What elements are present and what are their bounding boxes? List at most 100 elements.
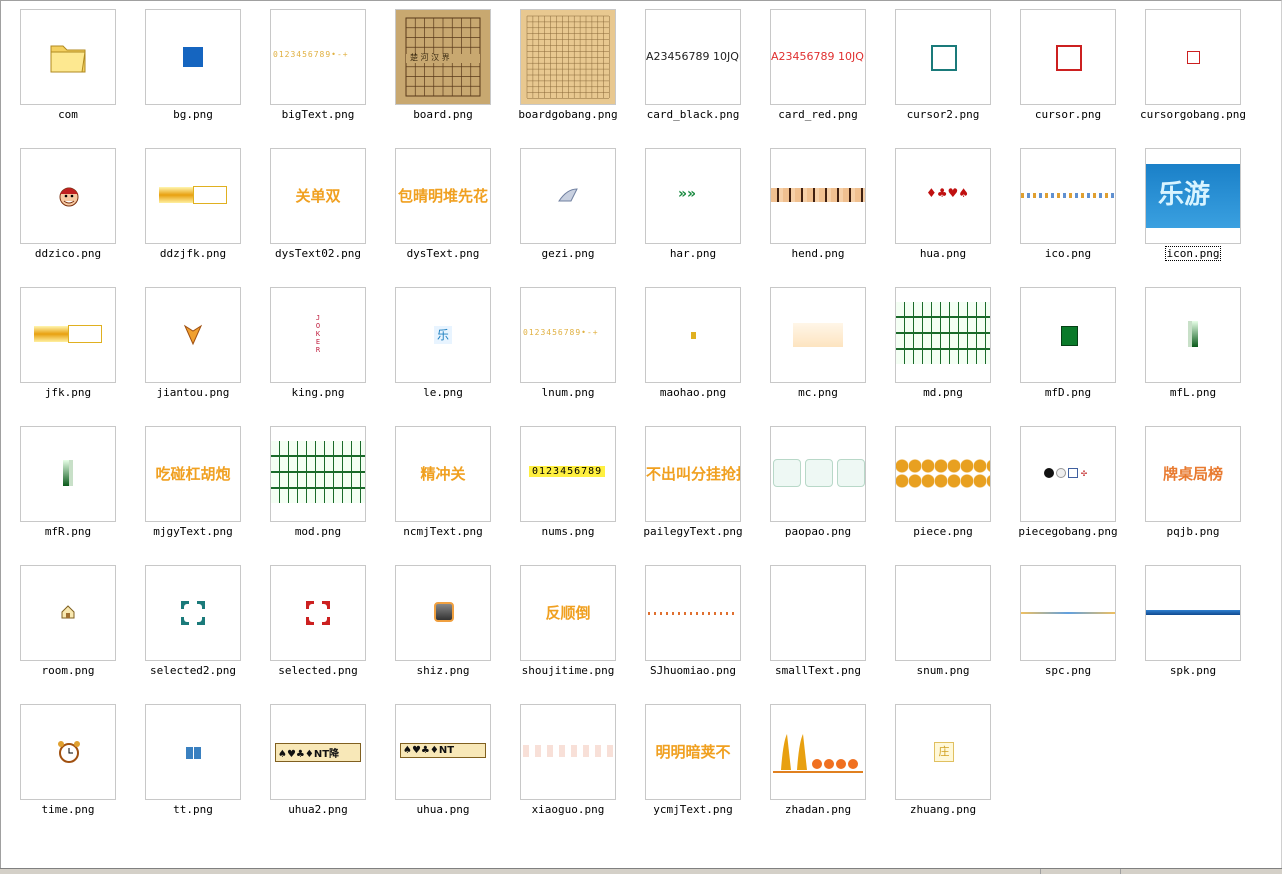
file-name[interactable]: mfR.png	[5, 525, 131, 539]
file-name[interactable]: ncmjText.png	[380, 525, 506, 539]
file-thumbnail[interactable]: 包晴明堆先花	[395, 148, 491, 244]
file-thumbnail[interactable]	[20, 565, 116, 661]
file-name[interactable]: cursor.png	[1005, 108, 1131, 122]
file-thumbnail[interactable]	[895, 565, 991, 661]
file-item[interactable]: maohao.png	[645, 287, 769, 419]
file-thumbnail[interactable]	[1145, 565, 1241, 661]
file-name[interactable]: smallText.png	[755, 664, 881, 678]
file-thumbnail[interactable]: 反顺倒	[520, 565, 616, 661]
file-thumbnail[interactable]: 乐	[395, 287, 491, 383]
file-thumbnail[interactable]: 吃碰杠胡炮	[145, 426, 241, 522]
file-name[interactable]: ddzico.png	[5, 247, 131, 261]
file-item[interactable]: 0123456789•-+ bigText.png	[270, 9, 394, 141]
file-name[interactable]: pailegyText.png	[630, 525, 756, 539]
file-item[interactable]: A23456789 10JQK card_black.png	[645, 9, 769, 141]
file-thumbnail[interactable]: 0123456789•-+	[520, 287, 616, 383]
file-thumbnail[interactable]	[270, 565, 366, 661]
file-thumbnail[interactable]	[20, 426, 116, 522]
file-item[interactable]: mfR.png	[20, 426, 144, 558]
file-name[interactable]: icon.png	[1130, 246, 1256, 261]
file-name[interactable]: mod.png	[255, 525, 381, 539]
file-item[interactable]: ddzjfk.png	[145, 148, 269, 280]
file-thumbnail[interactable]	[895, 426, 991, 522]
file-name[interactable]: mc.png	[755, 386, 881, 400]
file-name[interactable]: uhua2.png	[255, 803, 381, 817]
file-name[interactable]: card_red.png	[755, 108, 881, 122]
file-name[interactable]: dysText.png	[380, 247, 506, 261]
file-thumbnail[interactable]	[895, 287, 991, 383]
file-thumbnail[interactable]	[520, 148, 616, 244]
file-thumbnail[interactable]	[1020, 9, 1116, 105]
file-item[interactable]: A23456789 10JQK card_red.png	[770, 9, 894, 141]
file-name[interactable]: boardgobang.png	[505, 108, 631, 122]
file-item[interactable]: xiaoguo.png	[520, 704, 644, 836]
file-item[interactable]: 庄 zhuang.png	[895, 704, 1019, 836]
file-thumbnail[interactable]: 庄	[895, 704, 991, 800]
file-item[interactable]: bg.png	[145, 9, 269, 141]
file-name[interactable]: mfL.png	[1130, 386, 1256, 400]
file-name[interactable]: ico.png	[1005, 247, 1131, 261]
file-thumbnail[interactable]: ✣	[1020, 426, 1116, 522]
file-name[interactable]: shiz.png	[380, 664, 506, 678]
file-thumbnail[interactable]	[1020, 148, 1116, 244]
file-item[interactable]: shiz.png	[395, 565, 519, 697]
file-item[interactable]: 乐 le.png	[395, 287, 519, 419]
file-item[interactable]: boardgobang.png	[518, 9, 644, 141]
file-name[interactable]: pqjb.png	[1130, 525, 1256, 539]
file-name[interactable]: maohao.png	[630, 386, 756, 400]
file-item[interactable]: paopao.png	[770, 426, 894, 558]
file-item[interactable]: spc.png	[1020, 565, 1144, 697]
file-thumbnail[interactable]	[770, 148, 866, 244]
file-name[interactable]: spc.png	[1005, 664, 1131, 678]
file-item[interactable]: SJhuomiao.png	[645, 565, 769, 697]
file-name[interactable]: selected2.png	[130, 664, 256, 678]
file-name[interactable]: shoujitime.png	[505, 664, 631, 678]
file-item[interactable]: ♦♣♥♠ hua.png	[895, 148, 1019, 280]
file-name[interactable]: hua.png	[880, 247, 1006, 261]
file-item[interactable]: 吃碰杠胡炮 mjgyText.png	[145, 426, 269, 558]
file-thumbnail[interactable]	[145, 704, 241, 800]
file-item[interactable]: cursor2.png	[895, 9, 1019, 141]
file-name[interactable]: hend.png	[755, 247, 881, 261]
file-thumbnail[interactable]	[20, 287, 116, 383]
file-name[interactable]: card_black.png	[630, 108, 756, 122]
file-item[interactable]: 包晴明堆先花 dysText.png	[395, 148, 519, 280]
file-name[interactable]: ycmjText.png	[630, 803, 756, 817]
file-name[interactable]: mjgyText.png	[130, 525, 256, 539]
file-thumbnail[interactable]	[520, 9, 616, 105]
file-item[interactable]: mod.png	[270, 426, 394, 558]
file-item[interactable]: cursor.png	[1020, 9, 1144, 141]
file-name[interactable]: cursor2.png	[880, 108, 1006, 122]
file-thumbnail[interactable]: ♠♥♣♦NT	[395, 704, 491, 800]
file-thumbnail[interactable]	[770, 287, 866, 383]
file-item[interactable]: 精冲关 ncmjText.png	[395, 426, 519, 558]
file-name[interactable]: gezi.png	[505, 247, 631, 261]
file-name[interactable]: king.png	[255, 386, 381, 400]
file-thumbnail[interactable]: 明明暗荚不	[645, 704, 741, 800]
file-thumbnail[interactable]: 牌桌局榜	[1145, 426, 1241, 522]
file-item[interactable]: gezi.png	[520, 148, 644, 280]
file-item[interactable]: 关单双 dysText02.png	[270, 148, 394, 280]
file-item[interactable]: ico.png	[1020, 148, 1144, 280]
file-thumbnail[interactable]	[770, 426, 866, 522]
file-item[interactable]: 楚 河 汉 界 board.png	[395, 9, 519, 141]
file-name[interactable]: zhuang.png	[880, 803, 1006, 817]
file-name[interactable]: bg.png	[130, 108, 256, 122]
file-name[interactable]: tt.png	[130, 803, 256, 817]
file-name[interactable]: com	[5, 108, 131, 122]
file-thumbnail[interactable]	[20, 9, 116, 105]
file-thumbnail[interactable]	[645, 565, 741, 661]
file-name[interactable]: selected.png	[255, 664, 381, 678]
file-item[interactable]: jfk.png	[20, 287, 144, 419]
file-thumbnail[interactable]: 乐游	[1145, 148, 1241, 244]
file-name[interactable]: piece.png	[880, 525, 1006, 539]
file-thumbnail[interactable]: 不出叫分挂抢拍	[645, 426, 741, 522]
file-name[interactable]: snum.png	[880, 664, 1006, 678]
file-thumbnail[interactable]	[20, 148, 116, 244]
file-thumbnail[interactable]: JOKER	[270, 287, 366, 383]
file-item[interactable]: ♠♥♣♦NT uhua.png	[395, 704, 519, 836]
file-name[interactable]: bigText.png	[255, 108, 381, 122]
file-item[interactable]: cursorgobang.png	[1140, 9, 1269, 141]
file-item[interactable]: 明明暗荚不 ycmjText.png	[645, 704, 769, 836]
file-thumbnail[interactable]	[1020, 565, 1116, 661]
